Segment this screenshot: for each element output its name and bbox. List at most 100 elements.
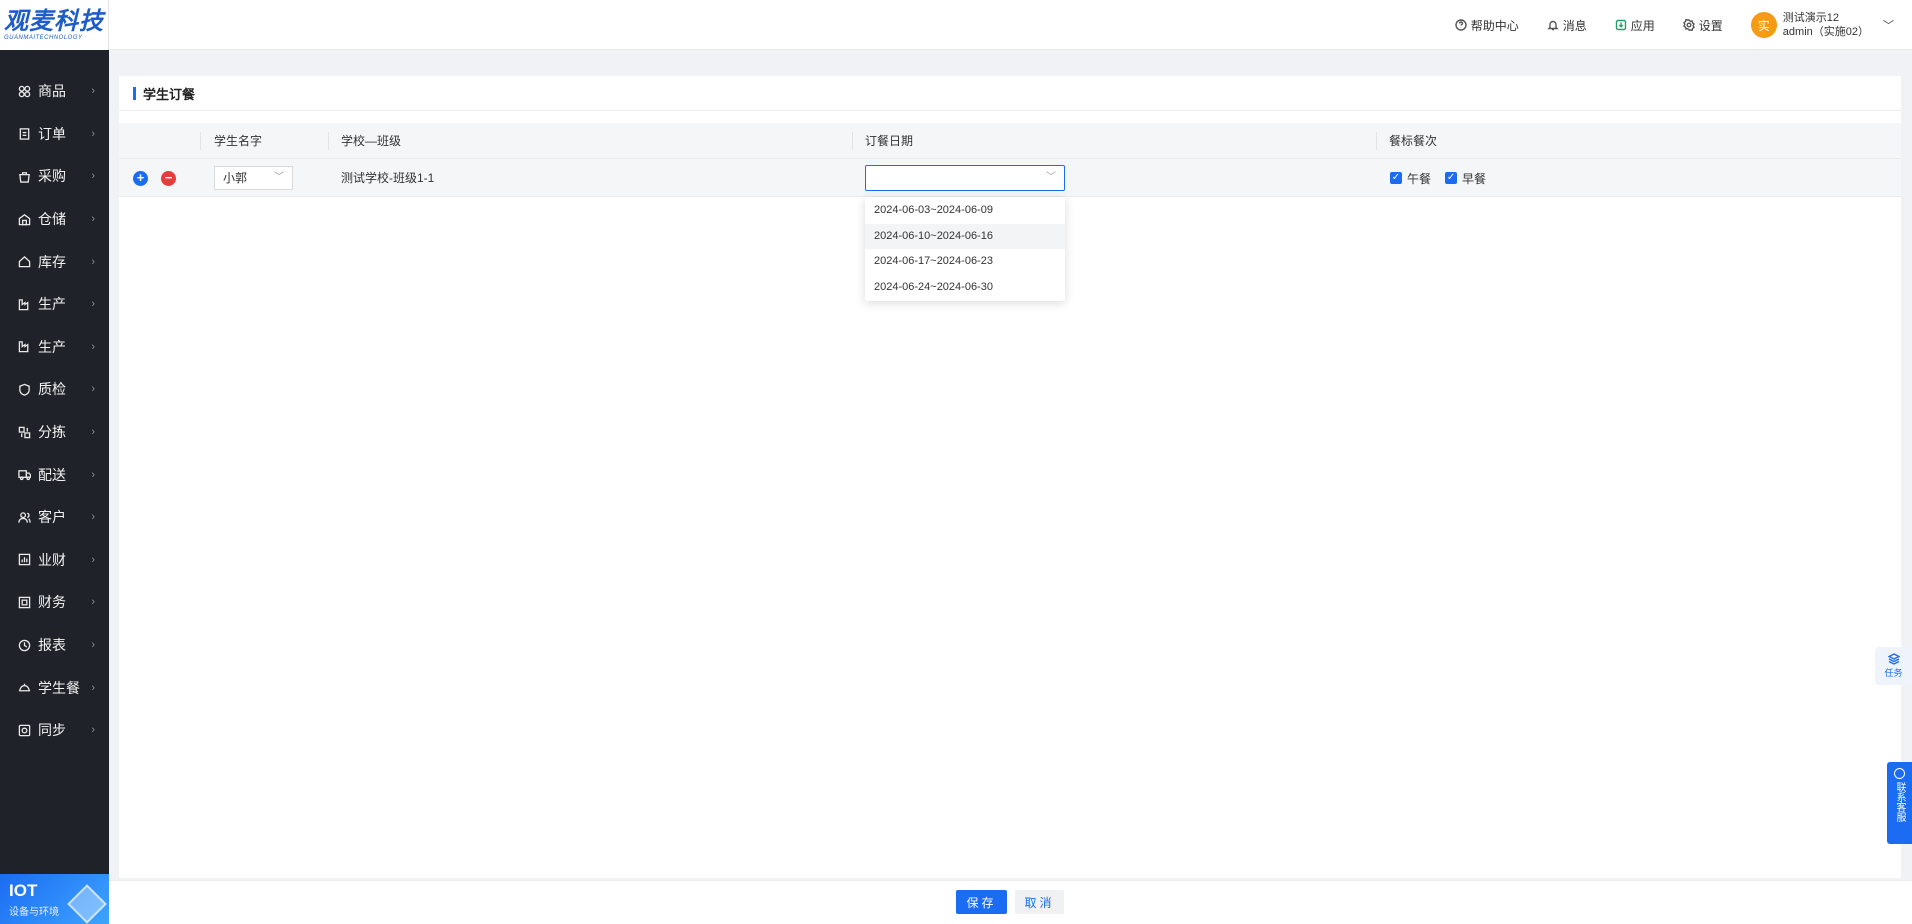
cancel-button[interactable]: 取消 xyxy=(1015,890,1064,914)
date-option[interactable]: 2024-06-17~2024-06-23 xyxy=(865,249,1065,275)
student-select[interactable]: 小郭 ﹀ xyxy=(214,166,293,190)
customer-service-button[interactable]: 联系客服 xyxy=(1887,762,1912,844)
messages-link[interactable]: 消息 xyxy=(1547,17,1587,34)
table-row: + − 小郭 ﹀ 测试学校-班级1-1 ﹀ ✓ 午餐 ✓ 早餐 xyxy=(119,159,1901,197)
sidebar-item-label: 配送 xyxy=(38,466,66,483)
chevron-right-icon: › xyxy=(91,596,95,609)
sidebar-item-reports[interactable]: 报表 › xyxy=(0,624,109,667)
settings-link[interactable]: 设置 xyxy=(1682,17,1723,34)
column-header-student: 学生名字 xyxy=(214,134,263,148)
bell-icon xyxy=(1547,20,1559,31)
table-header: 学生名字 学校—班级 订餐日期 餐标餐次 xyxy=(119,123,1901,159)
user-menu[interactable]: 实 测试演示12 admin（实施02） ﹀ xyxy=(1750,11,1894,39)
column-header-order-date: 订餐日期 xyxy=(865,134,914,148)
users-icon xyxy=(17,510,31,524)
chevron-right-icon: › xyxy=(91,298,95,311)
school-class-cell: 测试学校-班级1-1 xyxy=(341,171,435,185)
chevron-right-icon: › xyxy=(91,468,95,481)
sidebar-item-production[interactable]: 生产 › xyxy=(0,283,109,326)
column-header-meal: 餐标餐次 xyxy=(1389,134,1438,148)
date-option[interactable]: 2024-06-03~2024-06-09 xyxy=(865,198,1065,224)
settings-label: 设置 xyxy=(1698,18,1723,33)
top-header: 帮助中心 消息 应用 设置 实 测试演示12 admin（实施02） ﹀ xyxy=(109,0,1912,50)
meal-checkboxes: ✓ 午餐 ✓ 早餐 xyxy=(1390,159,1500,197)
sidebar-item-label: 生产 xyxy=(38,338,66,355)
chevron-right-icon: › xyxy=(91,170,95,183)
date-option[interactable]: 2024-06-10~2024-06-16 xyxy=(865,223,1065,249)
sidebar-item-label: 质检 xyxy=(38,381,66,398)
chevron-right-icon: › xyxy=(91,213,95,226)
bar-chart-icon xyxy=(17,553,31,567)
sidebar-item-label: 仓储 xyxy=(38,211,66,228)
customer-service-label: 联系客服 xyxy=(1894,782,1905,822)
check-icon: ✓ xyxy=(1390,172,1402,184)
lunch-label: 午餐 xyxy=(1407,171,1432,186)
logo-text: 观麦科技 xyxy=(4,7,104,35)
logo-subtext: GUANMAITECHNOLOGY xyxy=(4,34,83,41)
truck-icon xyxy=(17,468,31,482)
header-nav: 帮助中心 消息 应用 设置 实 测试演示12 admin（实施02） ﹀ xyxy=(1455,0,1912,50)
chevron-right-icon: › xyxy=(91,426,95,439)
chevron-right-icon: › xyxy=(91,85,95,98)
sidebar-item-student-meal[interactable]: 学生餐 › xyxy=(0,666,109,709)
sidebar-item-business-finance[interactable]: 业财 › xyxy=(0,539,109,582)
iot-banner[interactable]: IOT 设备与环境 xyxy=(0,874,109,924)
page-title: 学生订餐 xyxy=(119,76,1901,111)
gear-icon xyxy=(1682,19,1695,31)
chevron-right-icon: › xyxy=(91,255,95,268)
user-info: 测试演示12 admin（实施02） xyxy=(1783,11,1869,39)
sidebar-item-goods[interactable]: 商品 › xyxy=(0,70,109,113)
chevron-down-icon: ﹀ xyxy=(274,172,284,183)
task-float-button[interactable]: 任务 xyxy=(1875,647,1912,685)
sidebar-item-quality[interactable]: 质检 › xyxy=(0,368,109,411)
layers-icon xyxy=(1887,653,1900,665)
sidebar-item-label: 生产 xyxy=(38,296,66,313)
student-select-value: 小郭 xyxy=(223,171,248,185)
chevron-right-icon: › xyxy=(91,681,95,694)
lunch-checkbox[interactable]: ✓ 午餐 xyxy=(1390,170,1431,187)
sidebar-item-sync[interactable]: 同步 › xyxy=(0,709,109,752)
apps-link[interactable]: 应用 xyxy=(1615,17,1655,34)
sidebar-item-delivery[interactable]: 配送 › xyxy=(0,453,109,496)
report-icon xyxy=(17,638,31,652)
chevron-down-icon: ﹀ xyxy=(1883,20,1894,32)
sidebar-item-label: 分拣 xyxy=(38,424,66,441)
app-download-icon xyxy=(1615,19,1626,31)
order-date-dropdown: 2024-06-03~2024-06-09 2024-06-10~2024-06… xyxy=(865,197,1065,301)
sidebar-item-label: 财务 xyxy=(38,594,66,611)
sidebar-item-label: 业财 xyxy=(38,551,66,568)
sync-icon xyxy=(17,723,31,737)
order-date-select[interactable]: ﹀ xyxy=(865,165,1065,191)
help-center-link[interactable]: 帮助中心 xyxy=(1455,17,1519,34)
save-button[interactable]: 保存 xyxy=(956,890,1007,914)
sidebar-item-finance[interactable]: 财务 › xyxy=(0,581,109,624)
sidebar-item-orders[interactable]: 订单 › xyxy=(0,113,109,156)
sidebar-item-label: 学生餐 xyxy=(38,679,80,696)
sidebar-item-sorting[interactable]: 分拣 › xyxy=(0,411,109,454)
breakfast-checkbox[interactable]: ✓ 早餐 xyxy=(1445,170,1486,187)
chevron-right-icon: › xyxy=(91,340,95,353)
sidebar-item-label: 同步 xyxy=(38,722,66,739)
date-option[interactable]: 2024-06-24~2024-06-30 xyxy=(865,275,1065,301)
sidebar-item-warehouse[interactable]: 仓储 › xyxy=(0,198,109,241)
home-icon xyxy=(17,255,31,269)
sidebar-item-purchase[interactable]: 采购 › xyxy=(0,155,109,198)
factory-icon xyxy=(17,340,31,354)
sidebar-item-label: 客户 xyxy=(38,509,66,526)
help-center-label: 帮助中心 xyxy=(1470,18,1519,33)
column-header-school-class: 学校—班级 xyxy=(341,134,402,148)
remove-row-button[interactable]: − xyxy=(161,171,176,186)
sidebar-item-label: 采购 xyxy=(38,168,66,185)
logo[interactable]: 观麦科技 GUANMAITECHNOLOGY xyxy=(0,0,109,50)
sidebar-item-inventory[interactable]: 库存 › xyxy=(0,240,109,283)
chevron-right-icon: › xyxy=(91,553,95,566)
action-footer: 保存 取消 xyxy=(109,880,1912,924)
chevron-down-icon: ﹀ xyxy=(1046,172,1056,183)
sidebar-item-customers[interactable]: 客户 › xyxy=(0,496,109,539)
sidebar-item-production-2[interactable]: 生产 › xyxy=(0,326,109,369)
chevron-right-icon: › xyxy=(91,383,95,396)
shield-icon xyxy=(17,382,31,396)
add-row-button[interactable]: + xyxy=(133,171,148,186)
sidebar: 观麦科技 GUANMAITECHNOLOGY 商品 › 订单 › 采购 › 仓储… xyxy=(0,0,109,924)
chevron-right-icon: › xyxy=(91,639,95,652)
